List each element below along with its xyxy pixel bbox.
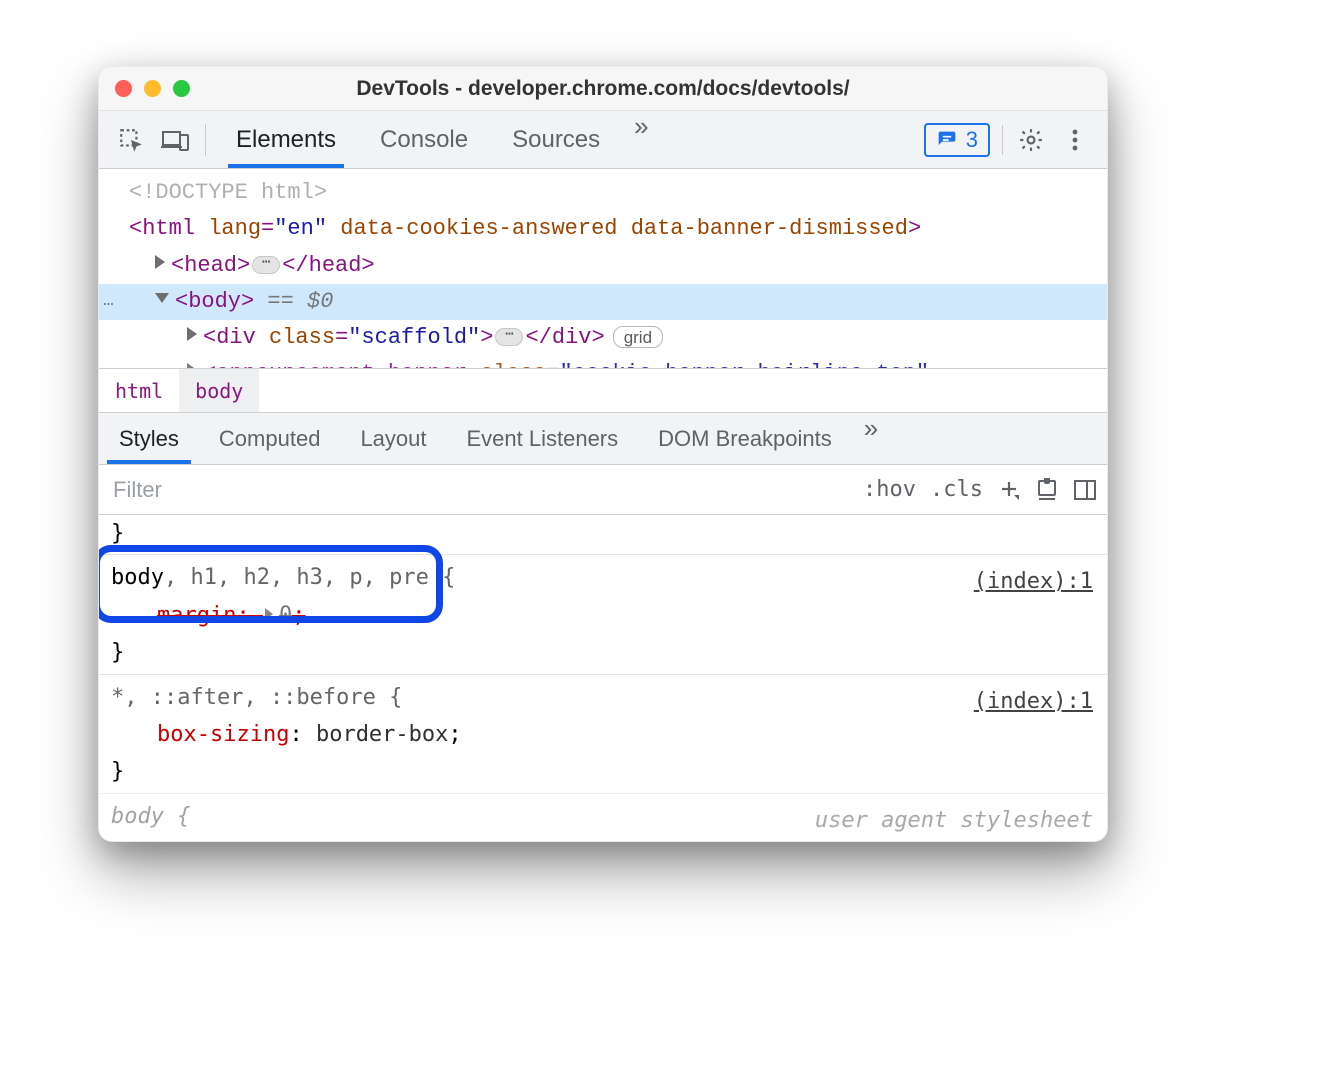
expand-icon[interactable]: [187, 363, 197, 369]
devtools-window: DevTools - developer.chrome.com/docs/dev…: [98, 66, 1108, 842]
new-style-rule-icon[interactable]: [997, 478, 1021, 502]
collapse-icon[interactable]: [155, 293, 169, 303]
source-link[interactable]: (index):1: [974, 563, 1093, 600]
styles-filter-input[interactable]: [99, 477, 863, 503]
style-rule-fragment[interactable]: }: [99, 515, 1107, 554]
rule-declaration[interactable]: box-sizing: border-box;: [111, 716, 1095, 753]
toggle-sidebar-icon[interactable]: [1073, 478, 1097, 502]
styles-filter-actions: :hov .cls: [863, 477, 1097, 502]
dom-announcement-banner[interactable]: <announcement-banner class="cookie-banne…: [99, 356, 1107, 369]
traffic-lights: [115, 80, 190, 97]
grid-badge[interactable]: grid: [613, 326, 663, 348]
more-options-icon[interactable]: [1053, 118, 1097, 162]
close-window-button[interactable]: [115, 80, 132, 97]
tab-sources[interactable]: Sources: [490, 111, 622, 168]
dom-div-scaffold[interactable]: <div class="scaffold">⋯</div>grid: [99, 320, 1107, 356]
issues-count: 3: [966, 127, 978, 153]
tab-dom-breakpoints[interactable]: DOM Breakpoints: [638, 413, 852, 464]
copy-styles-icon[interactable]: [1035, 478, 1059, 502]
toolbar-divider: [1002, 125, 1003, 155]
expand-shorthand-icon[interactable]: [265, 608, 273, 620]
tab-layout[interactable]: Layout: [340, 413, 446, 464]
window-title: DevTools - developer.chrome.com/docs/dev…: [99, 77, 1107, 101]
rule-closing-brace: }: [111, 753, 1095, 790]
issues-button[interactable]: 3: [924, 123, 990, 157]
tab-elements[interactable]: Elements: [214, 111, 358, 168]
issues-icon: [936, 130, 958, 150]
cls-button[interactable]: .cls: [930, 477, 983, 502]
rule-declaration-overridden[interactable]: margin: 0;: [111, 597, 1095, 634]
breadcrumb: html body: [99, 369, 1107, 413]
ellipsis-icon[interactable]: ⋯: [252, 256, 280, 274]
hov-button[interactable]: :hov: [863, 477, 916, 502]
source-link[interactable]: (index):1: [974, 683, 1093, 720]
dom-html[interactable]: <html lang="en" data-cookies-answered da…: [99, 211, 1107, 247]
minimize-window-button[interactable]: [144, 80, 161, 97]
more-tabs-icon[interactable]: »: [622, 111, 660, 168]
main-toolbar: Elements Console Sources » 3: [99, 111, 1107, 169]
dom-tree[interactable]: <!DOCTYPE html> <html lang="en" data-coo…: [99, 169, 1107, 369]
rule-selector[interactable]: body, h1, h2, h3, p, pre {: [111, 559, 1095, 596]
style-rule[interactable]: (index):1 *, ::after, ::before { box-siz…: [99, 674, 1107, 793]
breadcrumb-body[interactable]: body: [179, 369, 259, 412]
style-rule-ua[interactable]: user agent stylesheet body {: [99, 793, 1107, 837]
ua-stylesheet-label: user agent stylesheet: [815, 802, 1093, 839]
device-toolbar-icon[interactable]: [153, 118, 197, 162]
more-styles-tabs-icon[interactable]: »: [852, 413, 890, 464]
titlebar: DevTools - developer.chrome.com/docs/dev…: [99, 67, 1107, 111]
dom-body-selected[interactable]: <body> == $0: [99, 284, 1107, 320]
styles-pane: } (index):1 body, h1, h2, h3, p, pre { m…: [99, 515, 1107, 841]
styles-tabbar: Styles Computed Layout Event Listeners D…: [99, 413, 1107, 465]
rule-selector[interactable]: *, ::after, ::before {: [111, 679, 1095, 716]
settings-icon[interactable]: [1009, 118, 1053, 162]
main-tabs: Elements Console Sources »: [214, 111, 661, 168]
expand-icon[interactable]: [187, 327, 197, 341]
ellipsis-icon[interactable]: ⋯: [495, 328, 523, 346]
toolbar-divider: [205, 124, 206, 156]
inspect-element-icon[interactable]: [109, 118, 153, 162]
rule-closing-brace: }: [111, 634, 1095, 671]
tab-event-listeners[interactable]: Event Listeners: [447, 413, 639, 464]
tab-styles[interactable]: Styles: [99, 413, 199, 464]
tab-console[interactable]: Console: [358, 111, 490, 168]
styles-filter-row: :hov .cls: [99, 465, 1107, 515]
dom-doctype[interactable]: <!DOCTYPE html>: [99, 175, 1107, 211]
tab-computed[interactable]: Computed: [199, 413, 341, 464]
dom-head[interactable]: <head>⋯</head>: [99, 248, 1107, 284]
expand-icon[interactable]: [155, 255, 165, 269]
style-rule[interactable]: (index):1 body, h1, h2, h3, p, pre { mar…: [99, 554, 1107, 673]
rule-closing-brace: }: [111, 515, 1095, 552]
maximize-window-button[interactable]: [173, 80, 190, 97]
breadcrumb-html[interactable]: html: [99, 369, 179, 412]
